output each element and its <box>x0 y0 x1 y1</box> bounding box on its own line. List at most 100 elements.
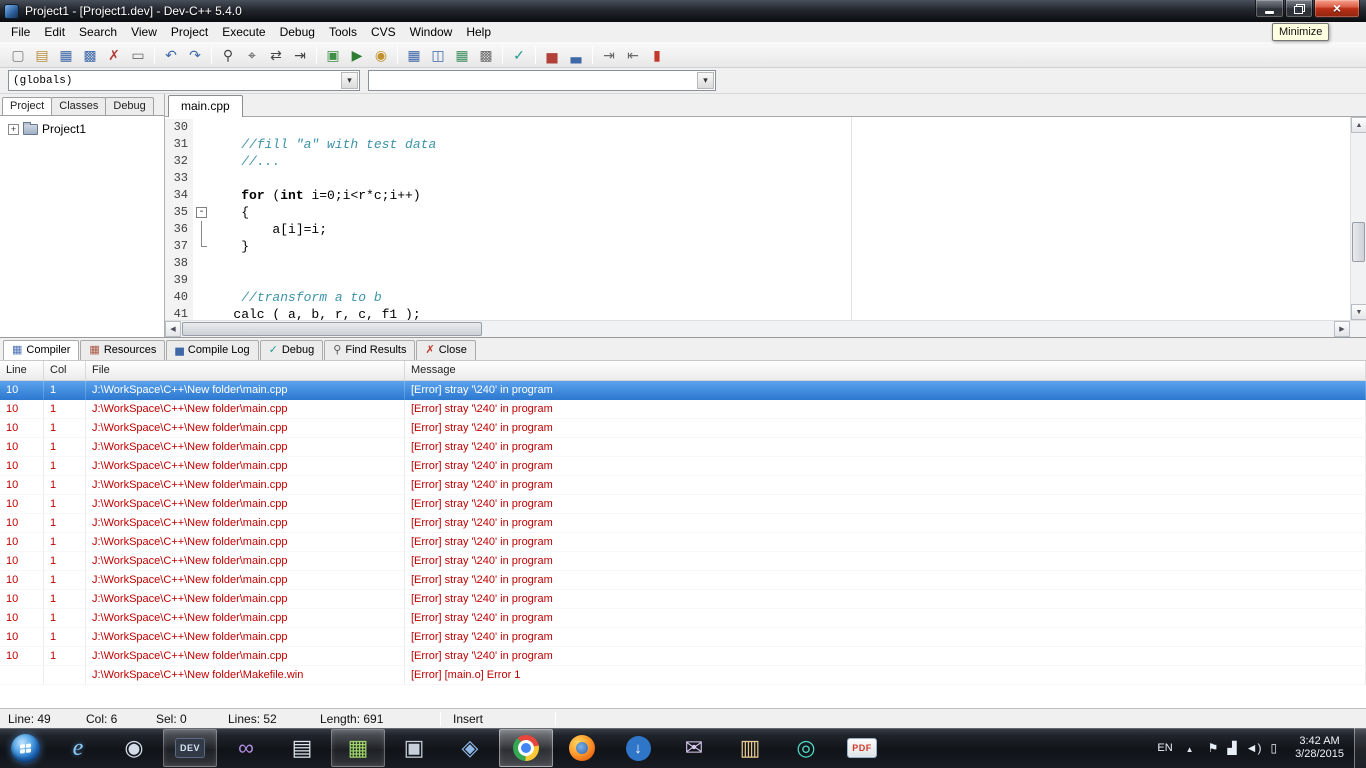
compiler-row[interactable]: 10 1 J:\WorkSpace\C++\New folder\main.cpp[… <box>0 590 1366 609</box>
syntax-check-button[interactable]: ✓ <box>507 44 531 66</box>
close-button[interactable] <box>1314 0 1360 18</box>
scroll-right-icon[interactable] <box>1334 321 1350 337</box>
visual-studio-button[interactable]: ∞ <box>219 729 273 767</box>
line-number[interactable]: 40 <box>165 289 193 306</box>
editor-horizontal-scrollbar[interactable] <box>165 320 1366 337</box>
compiler-row[interactable]: 10 1 J:\WorkSpace\C++\New folder\main.cpp[… <box>0 495 1366 514</box>
menu-view[interactable]: View <box>124 23 164 42</box>
maps-app-button[interactable]: ◈ <box>443 729 497 767</box>
line-number[interactable]: 34 <box>165 187 193 204</box>
globals-combo[interactable]: (globals) <box>8 70 360 91</box>
code-line[interactable]: 35- { <box>165 204 1350 221</box>
compiler-row[interactable]: 10 1 J:\WorkSpace\C++\New folder\main.cpp[… <box>0 457 1366 476</box>
bottom-tab-find-results[interactable]: ⚲ Find Results <box>324 340 416 360</box>
code-line[interactable]: 38 <box>165 255 1350 272</box>
members-combo[interactable] <box>368 70 716 91</box>
goto-line-button[interactable]: ⇥ <box>288 44 312 66</box>
messenger-button[interactable]: ✉ <box>667 729 721 767</box>
code-line[interactable]: 41 calc ( a, b, r, c, f1 ); <box>165 306 1350 320</box>
menu-file[interactable]: File <box>4 23 37 42</box>
line-number[interactable]: 32 <box>165 153 193 170</box>
line-number[interactable]: 33 <box>165 170 193 187</box>
goto-bookmark-button[interactable]: ⇤ <box>621 44 645 66</box>
compiler-row[interactable]: 10 1 J:\WorkSpace\C++\New folder\main.cpp[… <box>0 438 1366 457</box>
scroll-left-icon[interactable] <box>165 321 181 337</box>
code-line[interactable]: 30 <box>165 119 1350 136</box>
text-editor-button[interactable]: ▤ <box>275 729 329 767</box>
profiling-log-button[interactable]: ▃ <box>564 44 588 66</box>
project-view-button[interactable]: ▦ <box>402 44 426 66</box>
snipping-tool-button[interactable]: ▦ <box>331 729 385 767</box>
insert-button[interactable]: ⇥ <box>597 44 621 66</box>
code-line[interactable]: 32 //... <box>165 153 1350 170</box>
find-in-files-button[interactable]: ⌖ <box>240 44 264 66</box>
chevron-down-icon[interactable] <box>697 72 714 89</box>
line-number[interactable]: 30 <box>165 119 193 136</box>
menu-debug[interactable]: Debug <box>273 23 322 42</box>
code-line[interactable]: 39 <box>165 272 1350 289</box>
compile-button[interactable]: ▣ <box>321 44 345 66</box>
compiler-row[interactable]: 10 1 J:\WorkSpace\C++\New folder\main.cpp[… <box>0 400 1366 419</box>
side-tab-debug[interactable]: Debug <box>105 97 154 115</box>
titlebar[interactable]: Project1 - [Project1.dev] - Dev-C++ 5.4.… <box>0 0 1366 22</box>
code-line[interactable]: 33 <box>165 170 1350 187</box>
menu-help[interactable]: Help <box>459 23 498 42</box>
compiler-row[interactable]: 10 1 J:\WorkSpace\C++\New folder\main.cpp[… <box>0 552 1366 571</box>
column-header-line[interactable]: Line <box>0 361 44 380</box>
line-number[interactable]: 36 <box>165 221 193 238</box>
code-line[interactable]: 31 //fill "a" with test data <box>165 136 1350 153</box>
torrent-app-button[interactable]: ◎ <box>779 729 833 767</box>
compiler-row[interactable]: 10 1 J:\WorkSpace\C++\New folder\main.cpp[… <box>0 609 1366 628</box>
profile-button[interactable]: ▅ <box>540 44 564 66</box>
pdf-reader-button[interactable]: PDF <box>835 729 889 767</box>
menu-execute[interactable]: Execute <box>215 23 272 42</box>
show-desktop-button[interactable] <box>1354 728 1366 768</box>
tray-expand-icon[interactable] <box>1180 739 1200 757</box>
side-tab-project[interactable]: Project <box>2 97 53 115</box>
compiler-row[interactable]: 10 1 J:\WorkSpace\C++\New folder\main.cpp[… <box>0 514 1366 533</box>
find-button[interactable]: ⚲ <box>216 44 240 66</box>
internet-explorer-button[interactable]: e <box>51 729 105 767</box>
compiler-row[interactable]: 10 1 J:\WorkSpace\C++\New folder\main.cpp[… <box>0 628 1366 647</box>
bottom-tab-compile-log[interactable]: ▅ Compile Log <box>166 340 259 360</box>
open-button[interactable]: ▤ <box>30 44 54 66</box>
column-header-message[interactable]: Message <box>405 361 1366 380</box>
chevron-down-icon[interactable] <box>341 72 358 89</box>
code-editor[interactable]: 30 31 //fill "a" with test data 32 //... 33… <box>165 117 1366 320</box>
line-number[interactable]: 41 <box>165 306 193 320</box>
horizontal-scroll-thumb[interactable] <box>182 322 482 336</box>
media-player-button[interactable]: ◉ <box>107 729 161 767</box>
column-header-file[interactable]: File <box>86 361 405 380</box>
menu-search[interactable]: Search <box>72 23 124 42</box>
office-app-button[interactable]: ▣ <box>387 729 441 767</box>
split-view-button[interactable]: ◫ <box>426 44 450 66</box>
start-button[interactable] <box>0 728 50 768</box>
redo-button[interactable]: ↷ <box>183 44 207 66</box>
compiler-row[interactable]: 10 1 J:\WorkSpace\C++\New folder\main.cpp[… <box>0 476 1366 495</box>
line-number[interactable]: 31 <box>165 136 193 153</box>
bottom-tab-resources[interactable]: ▦ Resources <box>80 340 166 360</box>
compiler-row[interactable]: 10 1 J:\WorkSpace\C++\New folder\main.cpp[… <box>0 533 1366 552</box>
code-line[interactable]: 36 a[i]=i; <box>165 221 1350 238</box>
line-number[interactable]: 35 <box>165 204 193 221</box>
clock[interactable]: 3:42 AM 3/28/2015 <box>1285 735 1354 761</box>
print-button[interactable]: ▭ <box>126 44 150 66</box>
bottom-tab-close[interactable]: ✗ Close <box>416 340 476 360</box>
menu-edit[interactable]: Edit <box>37 23 72 42</box>
compiler-row[interactable]: J:\WorkSpace\C++\New folder\Makefile.win… <box>0 666 1366 685</box>
dev-cpp-button[interactable]: DEV <box>163 729 217 767</box>
undo-button[interactable]: ↶ <box>159 44 183 66</box>
line-number[interactable]: 38 <box>165 255 193 272</box>
bottom-tab-compiler[interactable]: ▦ Compiler <box>3 340 80 360</box>
line-number[interactable]: 37 <box>165 238 193 255</box>
tree-item-project1[interactable]: Project1 <box>2 121 162 137</box>
abort-compilation-button[interactable]: ▮ <box>645 44 669 66</box>
menu-cvs[interactable]: CVS <box>364 23 403 42</box>
code-line[interactable]: 34 for (int i=0;i<r*c;i++) <box>165 187 1350 204</box>
bottom-tab-debug[interactable]: ✓ Debug <box>259 340 324 360</box>
tab-main-cpp[interactable]: main.cpp <box>168 95 243 117</box>
power-icon[interactable]: ▯ <box>1270 742 1277 754</box>
menu-tools[interactable]: Tools <box>322 23 364 42</box>
replace-button[interactable]: ⇄ <box>264 44 288 66</box>
column-header-col[interactable]: Col <box>44 361 86 380</box>
